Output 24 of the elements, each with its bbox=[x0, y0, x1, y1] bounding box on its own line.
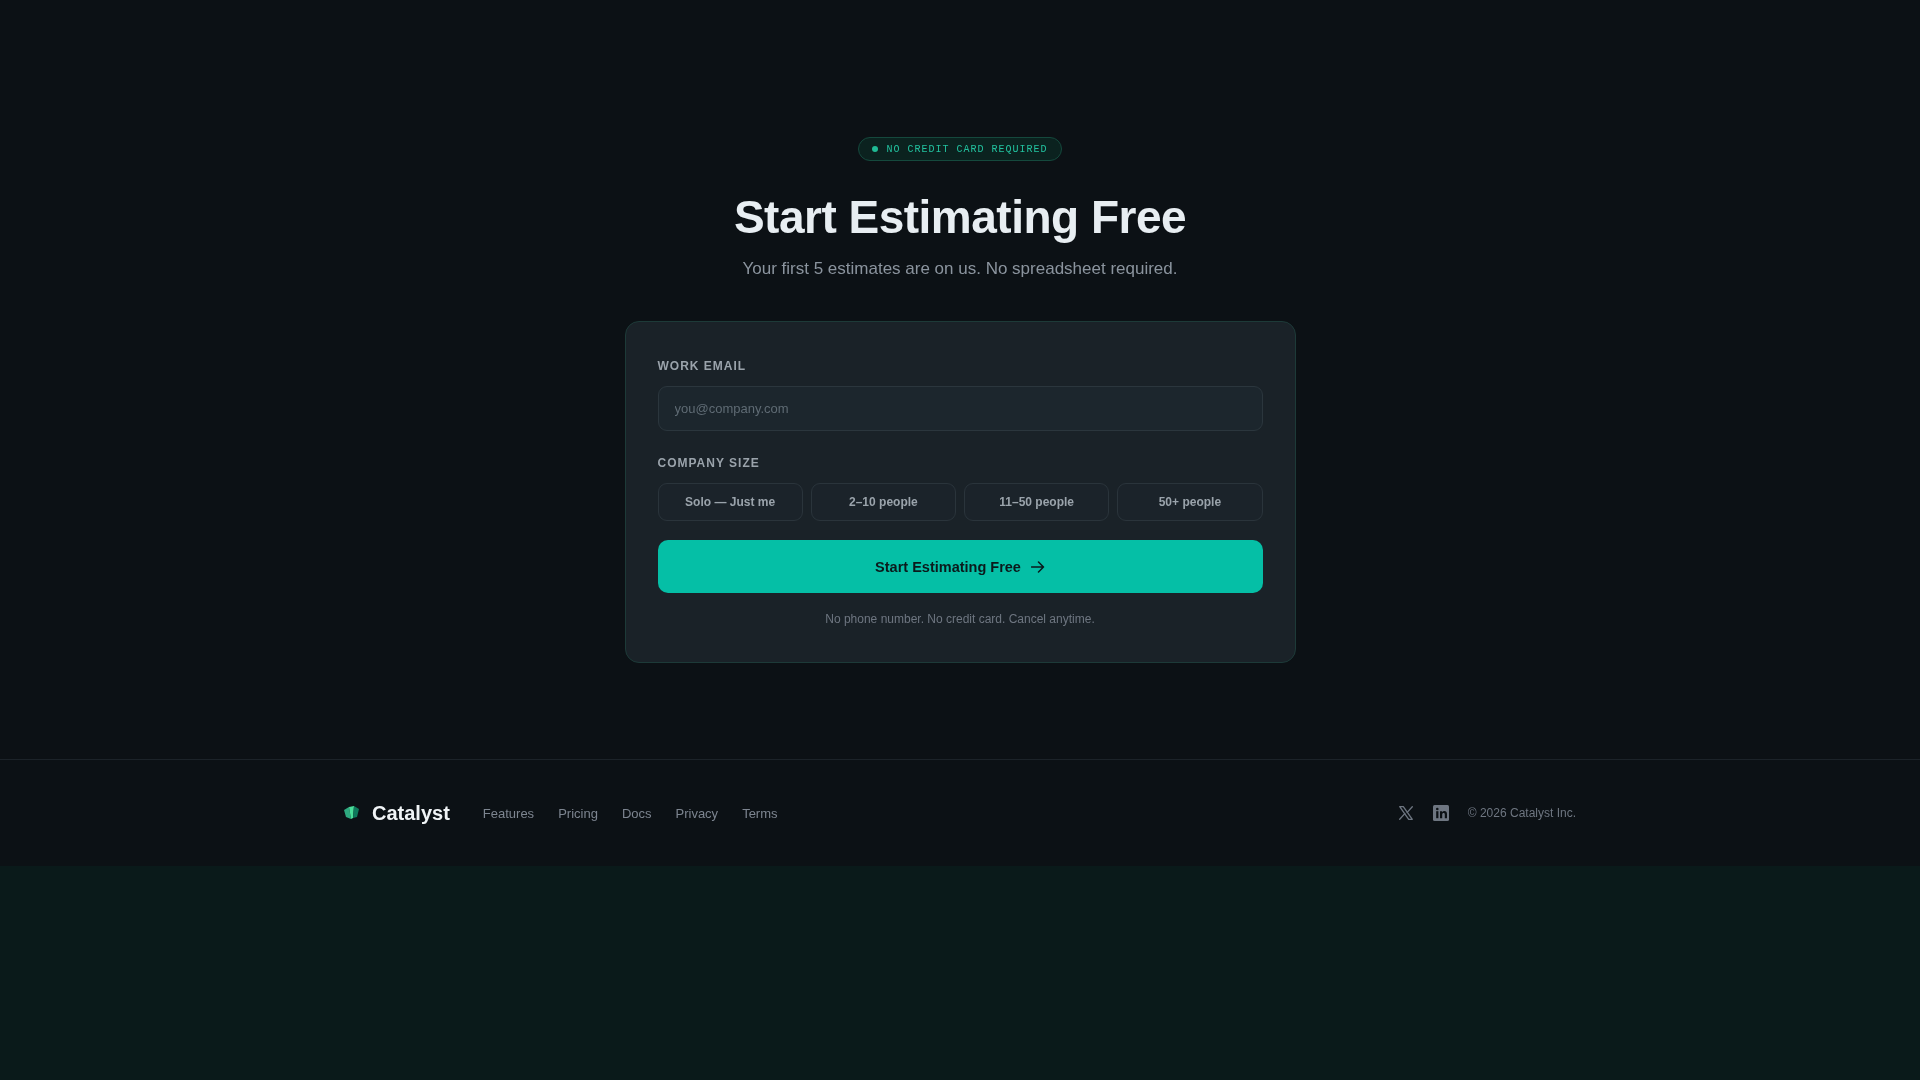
company-size-option[interactable]: 2–10 people bbox=[810, 483, 956, 522]
field-label: COMPANY SIZE bbox=[657, 456, 760, 472]
badge-text: NO CREDIT CARD REQUIRED bbox=[886, 143, 1048, 155]
email-field[interactable]: you@company.com bbox=[657, 386, 1263, 432]
field-label: WORK EMAIL bbox=[657, 359, 747, 375]
fine-print: No phone number. No credit card. Cancel anytime. bbox=[825, 612, 1095, 628]
page-title: Start Estimating Free bbox=[733, 192, 1187, 243]
company-size-option[interactable]: Solo — Just me bbox=[657, 483, 803, 522]
page-subtitle: Your first 5 estimates are on us. No spreadsheet required. bbox=[742, 257, 1178, 280]
gem-icon bbox=[344, 806, 359, 821]
status-dot-icon bbox=[872, 146, 879, 152]
footer-link[interactable]: Docs bbox=[621, 805, 652, 821]
arrow-right-icon bbox=[1030, 560, 1045, 573]
footer-link[interactable]: Privacy bbox=[675, 805, 719, 821]
copyright-text: © 2026 Catalyst Inc. bbox=[1467, 806, 1576, 821]
footer-link[interactable]: Features bbox=[482, 805, 535, 821]
brand-name[interactable]: Catalyst bbox=[372, 801, 450, 825]
x-logo-icon[interactable] bbox=[1398, 806, 1413, 821]
linkedin-icon[interactable] bbox=[1432, 805, 1449, 822]
start-button[interactable]: Start Estimating Free bbox=[657, 540, 1263, 594]
company-size-option[interactable]: 50+ people bbox=[1117, 483, 1263, 522]
footer-link[interactable]: Pricing bbox=[558, 805, 598, 821]
footer-link[interactable]: Terms bbox=[742, 805, 778, 821]
company-size-option[interactable]: 11–50 people bbox=[964, 483, 1110, 522]
